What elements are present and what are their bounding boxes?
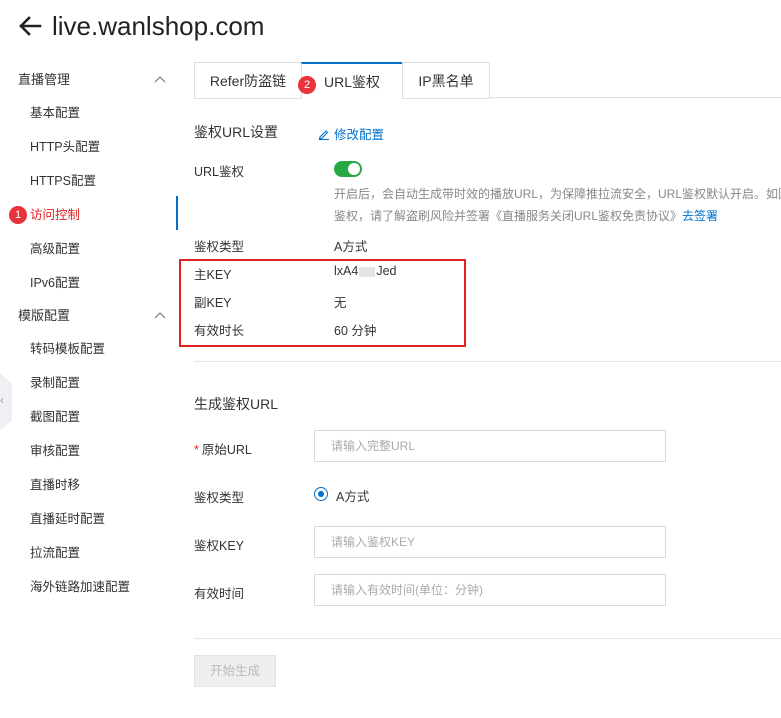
original-url-label: * 原始URL [194, 439, 252, 458]
auth-key-input[interactable] [314, 526, 666, 558]
annotation-badge-2: 2 [298, 76, 316, 94]
auth-section-title: 鉴权URL设置 [194, 124, 279, 140]
redacted-mask [359, 266, 376, 277]
main-key-suffix: Jed [376, 264, 397, 278]
sidebar-item-transcode-template[interactable]: 转码模板配置 [30, 337, 105, 361]
description-line-2-text: 鉴权，请了解盗刷风险并签署《直播服务关闭URL鉴权免责协议》 [334, 209, 683, 223]
sub-key-value: 无 [334, 296, 347, 310]
auth-key-label: 鉴权KEY [194, 539, 245, 553]
auth-type-label: 鉴权类型 [194, 240, 245, 254]
sidebar-group-template-config[interactable]: 模版配置 [18, 304, 173, 328]
main-key-value: lxA4 Jed [334, 264, 396, 278]
required-mark: * [194, 443, 199, 457]
sidebar-item-http-header-config[interactable]: HTTP头配置 [30, 135, 100, 159]
original-url-input[interactable] [314, 430, 666, 462]
valid-time-label: 有效时间 [194, 587, 245, 601]
sidebar-item-screenshot-config[interactable]: 截图配置 [30, 405, 80, 429]
url-auth-toggle[interactable] [334, 161, 362, 177]
header: live.wanlshop.com [0, 0, 781, 56]
sidebar-item-https-config[interactable]: HTTPS配置 [30, 169, 96, 193]
description-line-1: 开启后，会自动生成带时效的播放URL，为保障推拉流安全，URL鉴权默认开启。如因 [334, 187, 781, 201]
generate-section-title: 生成鉴权URL [194, 396, 279, 412]
auth-type-a-label[interactable]: A方式 [336, 486, 369, 505]
sidebar-item-recording-config[interactable]: 录制配置 [30, 371, 80, 395]
sidebar: 直播管理 基本配置 HTTP头配置 HTTPS配置 访问控制 1 高级配置 IP… [0, 60, 178, 718]
main-key-label: 主KEY [194, 268, 232, 282]
back-arrow-icon[interactable] [16, 12, 44, 40]
valid-time-input[interactable] [314, 574, 666, 606]
main-key-prefix: lxA4 [334, 264, 359, 278]
annotation-badge-1: 1 [9, 206, 27, 224]
section-divider [194, 638, 781, 639]
tab-bar: Refer防盗链 URL鉴权 IP黑名单 [194, 62, 781, 99]
page-title: live.wanlshop.com [52, 11, 265, 41]
main-content: Refer防盗链 URL鉴权 IP黑名单 2 鉴权URL设置 修改配置 URL鉴… [178, 60, 781, 718]
sidebar-group-live-management[interactable]: 直播管理 [18, 68, 173, 92]
sidebar-item-live-timeshift[interactable]: 直播时移 [30, 473, 80, 497]
sidebar-item-ipv6-config[interactable]: IPv6配置 [30, 271, 80, 295]
sidebar-item-overseas-acceleration[interactable]: 海外链路加速配置 [30, 575, 130, 599]
sidebar-item-review-config[interactable]: 审核配置 [30, 439, 80, 463]
edit-config-link[interactable]: 修改配置 [318, 124, 384, 143]
chevron-up-icon [154, 76, 166, 83]
description-line-2: 鉴权，请了解盗刷风险并签署《直播服务关闭URL鉴权免责协议》去签署 [334, 205, 781, 227]
tab-ip-blacklist[interactable]: IP黑名单 [402, 62, 490, 99]
url-auth-label: URL鉴权 [194, 165, 245, 179]
section-divider [194, 361, 781, 362]
auth-type-a-radio[interactable] [314, 487, 328, 501]
sign-agreement-link[interactable]: 去签署 [682, 209, 718, 223]
duration-value: 60 分钟 [334, 324, 377, 338]
original-url-label-text: 原始URL [201, 443, 252, 457]
sidebar-item-pull-stream-config[interactable]: 拉流配置 [30, 541, 80, 565]
edit-config-label: 修改配置 [334, 128, 385, 142]
sidebar-item-live-delay-config[interactable]: 直播延时配置 [30, 507, 105, 531]
sidebar-group-label: 模版配置 [18, 308, 71, 323]
sidebar-item-advanced-config[interactable]: 高级配置 [30, 237, 80, 261]
sidebar-item-access-control[interactable]: 访问控制 [30, 203, 80, 227]
gen-auth-type-label: 鉴权类型 [194, 491, 245, 505]
chevron-up-icon [154, 312, 166, 319]
tab-refer-hotlink[interactable]: Refer防盗链 [194, 62, 302, 99]
sidebar-item-basic-config[interactable]: 基本配置 [30, 101, 80, 125]
url-auth-description: 开启后，会自动生成带时效的播放URL，为保障推拉流安全，URL鉴权默认开启。如因… [334, 183, 781, 227]
generate-button[interactable]: 开始生成 [194, 655, 276, 687]
sub-key-label: 副KEY [194, 296, 232, 310]
sidebar-group-label: 直播管理 [18, 72, 71, 87]
pencil-icon [318, 129, 329, 140]
auth-type-value: A方式 [334, 240, 368, 254]
chevron-left-icon: ‹ [0, 393, 4, 407]
duration-label: 有效时长 [194, 324, 245, 338]
tab-url-auth[interactable]: URL鉴权 [301, 62, 403, 99]
